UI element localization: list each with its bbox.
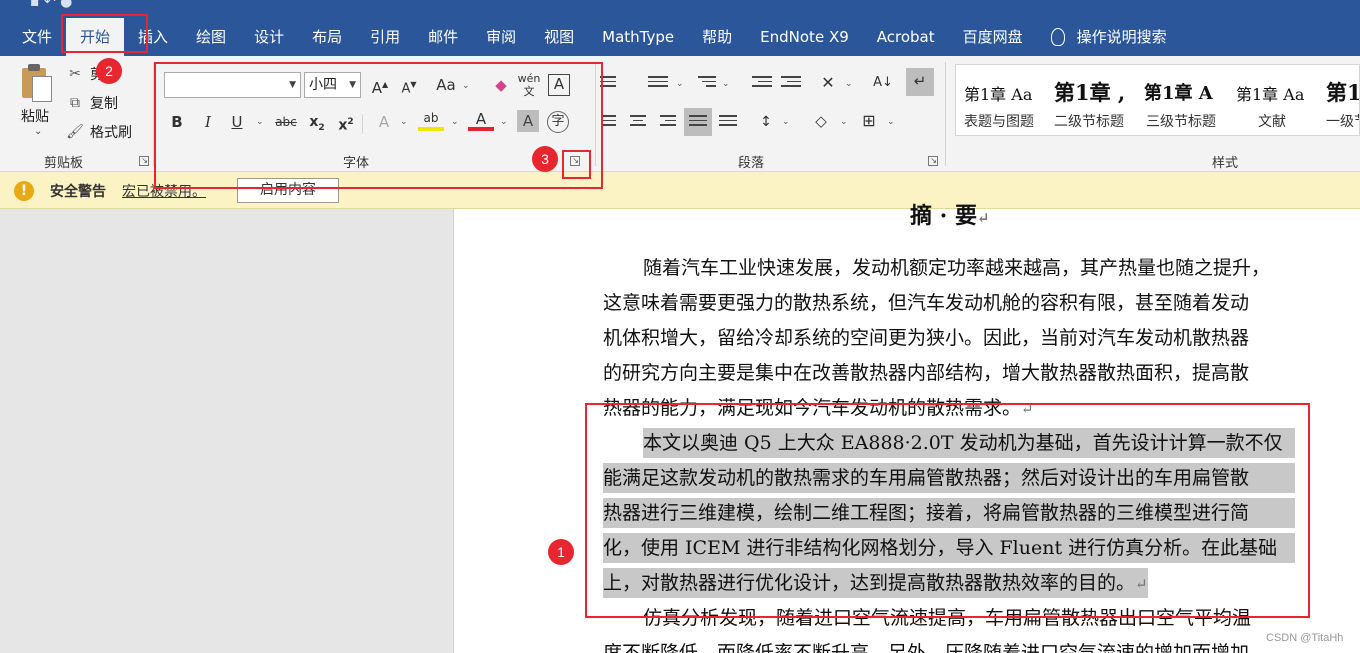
paper-icon <box>32 76 52 102</box>
title-bar: ▪ ↶ ● 文件 开始 插入 绘图 设计 布局 引用 邮件 审阅 视图 Math… <box>0 0 1360 56</box>
increase-indent-icon[interactable] <box>781 76 801 100</box>
tab-draw[interactable]: 绘图 <box>182 18 240 56</box>
tab-acrobat[interactable]: Acrobat <box>863 18 949 56</box>
paste-dropdown-icon[interactable]: ⌄ <box>34 126 42 137</box>
tab-view[interactable]: 视图 <box>530 18 588 56</box>
ribbon-tabs: 文件 开始 插入 绘图 设计 布局 引用 邮件 审阅 视图 MathType 帮… <box>0 18 1181 56</box>
tab-baidu-netdisk[interactable]: 百度网盘 <box>949 18 1037 56</box>
decrease-indent-icon[interactable] <box>752 76 772 100</box>
justify-button[interactable] <box>684 108 712 136</box>
tab-mathtype[interactable]: MathType <box>588 18 688 56</box>
annotation-box-selected-text <box>585 403 1310 618</box>
clipboard-launcher-icon[interactable]: ↘ <box>139 156 149 166</box>
paintbrush-icon: 🖌 <box>66 124 84 140</box>
tell-me-label: 操作说明搜索 <box>1076 28 1167 46</box>
align-left-icon[interactable] <box>602 115 616 139</box>
chevron-down-icon[interactable]: ⌄ <box>782 117 790 127</box>
chevron-down-icon[interactable]: ⌄ <box>845 79 853 89</box>
security-warning-title: 安全警告 <box>50 184 106 200</box>
clipboard-group-label: 剪贴板 <box>44 156 84 171</box>
annotation-box-home-tab <box>61 14 148 53</box>
annotation-badge: 3 <box>532 146 558 172</box>
styles-gallery: 第1章 Aa 表题与图题 第1章 , 二级节标题 第1章 A 三级节标题 第1章… <box>955 64 1360 136</box>
paragraph-mark: ↵ <box>976 209 990 227</box>
chevron-down-icon[interactable]: ⌄ <box>722 79 730 89</box>
style-name: 三级节标题 <box>1146 114 1216 130</box>
multilevel-list-icon[interactable] <box>698 76 716 100</box>
watermark: CSDN @TitaHh <box>1266 632 1344 644</box>
style-item[interactable]: 第1章 , 二级节标题 <box>1050 65 1142 135</box>
copy-button[interactable]: ⧉ 复制 <box>66 93 118 113</box>
annotation-badge: 2 <box>96 58 122 84</box>
group-divider <box>945 62 946 166</box>
shading-bucket-icon[interactable]: ◇ <box>808 108 834 134</box>
borders-icon[interactable]: ⊞ <box>856 108 882 134</box>
annotation-box-font-launcher <box>562 150 591 179</box>
text-line: 的研究方向主要是集中在改善散热器内部结构，增大散热器散热面积，提高散 <box>603 362 1250 384</box>
style-name: 表题与图题 <box>964 114 1034 130</box>
style-name: 二级节标题 <box>1054 114 1124 130</box>
lightbulb-icon <box>1050 28 1065 46</box>
distributed-align-icon[interactable] <box>719 115 737 139</box>
paste-button[interactable] <box>20 64 54 104</box>
tab-review[interactable]: 审阅 <box>472 18 530 56</box>
style-name: 一级节 <box>1326 114 1359 130</box>
paragraph-launcher-icon[interactable]: ↘ <box>928 156 938 166</box>
annotation-box-font-group <box>154 62 603 189</box>
align-right-icon[interactable] <box>660 115 676 139</box>
asian-layout-icon[interactable]: ✕ <box>815 70 841 96</box>
sort-icon[interactable]: A↓ <box>870 70 896 96</box>
style-preview: 第1 <box>1326 80 1360 105</box>
quick-access-toolbar: ▪ ↶ ● <box>30 0 73 10</box>
paragraph-group-label: 段落 <box>738 156 765 171</box>
text-line: 这意味着需要更强力的散热系统，但汽车发动机舱的容积有限，甚至随着发动 <box>603 292 1250 314</box>
align-center-icon[interactable] <box>630 115 646 139</box>
chevron-down-icon[interactable]: ⌄ <box>840 117 848 127</box>
annotation-badge: 1 <box>548 539 574 565</box>
style-preview: 第1章 Aa <box>1236 85 1305 104</box>
tab-mailings[interactable]: 邮件 <box>414 18 472 56</box>
styles-group-label: 样式 <box>1212 156 1239 171</box>
copy-icon: ⧉ <box>70 95 80 111</box>
style-item[interactable]: 第1章 A 三级节标题 <box>1142 65 1234 135</box>
tab-help[interactable]: 帮助 <box>688 18 746 56</box>
line-spacing-icon[interactable]: ↕ <box>753 109 779 135</box>
style-preview: 第1章 Aa <box>964 85 1033 104</box>
numbering-icon[interactable] <box>648 76 668 100</box>
tell-me-search[interactable]: 操作说明搜索 <box>1037 18 1181 56</box>
tab-references[interactable]: 引用 <box>356 18 414 56</box>
chevron-down-icon[interactable]: ⌄ <box>676 79 684 89</box>
style-item[interactable]: 第1 一级节 <box>1326 65 1360 135</box>
style-preview: 第1章 A <box>1144 83 1213 104</box>
abstract-heading: 摘 · 要↵ <box>910 198 990 230</box>
tab-file[interactable]: 文件 <box>0 18 66 56</box>
style-name: 文献 <box>1258 114 1286 130</box>
heading-text: 摘 · 要 <box>910 203 977 229</box>
format-painter-label: 格式刷 <box>90 125 132 141</box>
warning-shield-icon: ! <box>14 181 34 201</box>
style-item[interactable]: 第1章 Aa 文献 <box>1234 65 1326 135</box>
style-item[interactable]: 第1章 Aa 表题与图题 <box>956 65 1048 135</box>
tab-endnote[interactable]: EndNote X9 <box>746 18 863 56</box>
clip-icon <box>28 64 40 71</box>
scissors-icon: ✂ <box>69 66 81 82</box>
style-preview: 第1章 , <box>1054 80 1126 105</box>
format-painter-button[interactable]: 🖌 格式刷 <box>66 122 132 142</box>
text-line: 随着汽车工业快速发展，发动机额定功率越来越高，其产热量也随之提升， <box>643 257 1271 279</box>
tab-layout[interactable]: 布局 <box>298 18 356 56</box>
document-gutter <box>0 209 454 653</box>
copy-label: 复制 <box>90 96 118 112</box>
text-line: 机体积增大，留给冷却系统的空间更为狭小。因此，当前对汽车发动机散热器 <box>603 327 1250 349</box>
paste-label[interactable]: 粘贴 <box>21 106 49 126</box>
text-line: 度不断降低，而降低率不断升高。另外，压降随着进口空气流速的增加而增加 <box>603 642 1250 653</box>
show-paragraph-marks-icon[interactable]: ↵ <box>906 68 934 96</box>
tab-design[interactable]: 设计 <box>240 18 298 56</box>
chevron-down-icon[interactable]: ⌄ <box>887 117 895 127</box>
